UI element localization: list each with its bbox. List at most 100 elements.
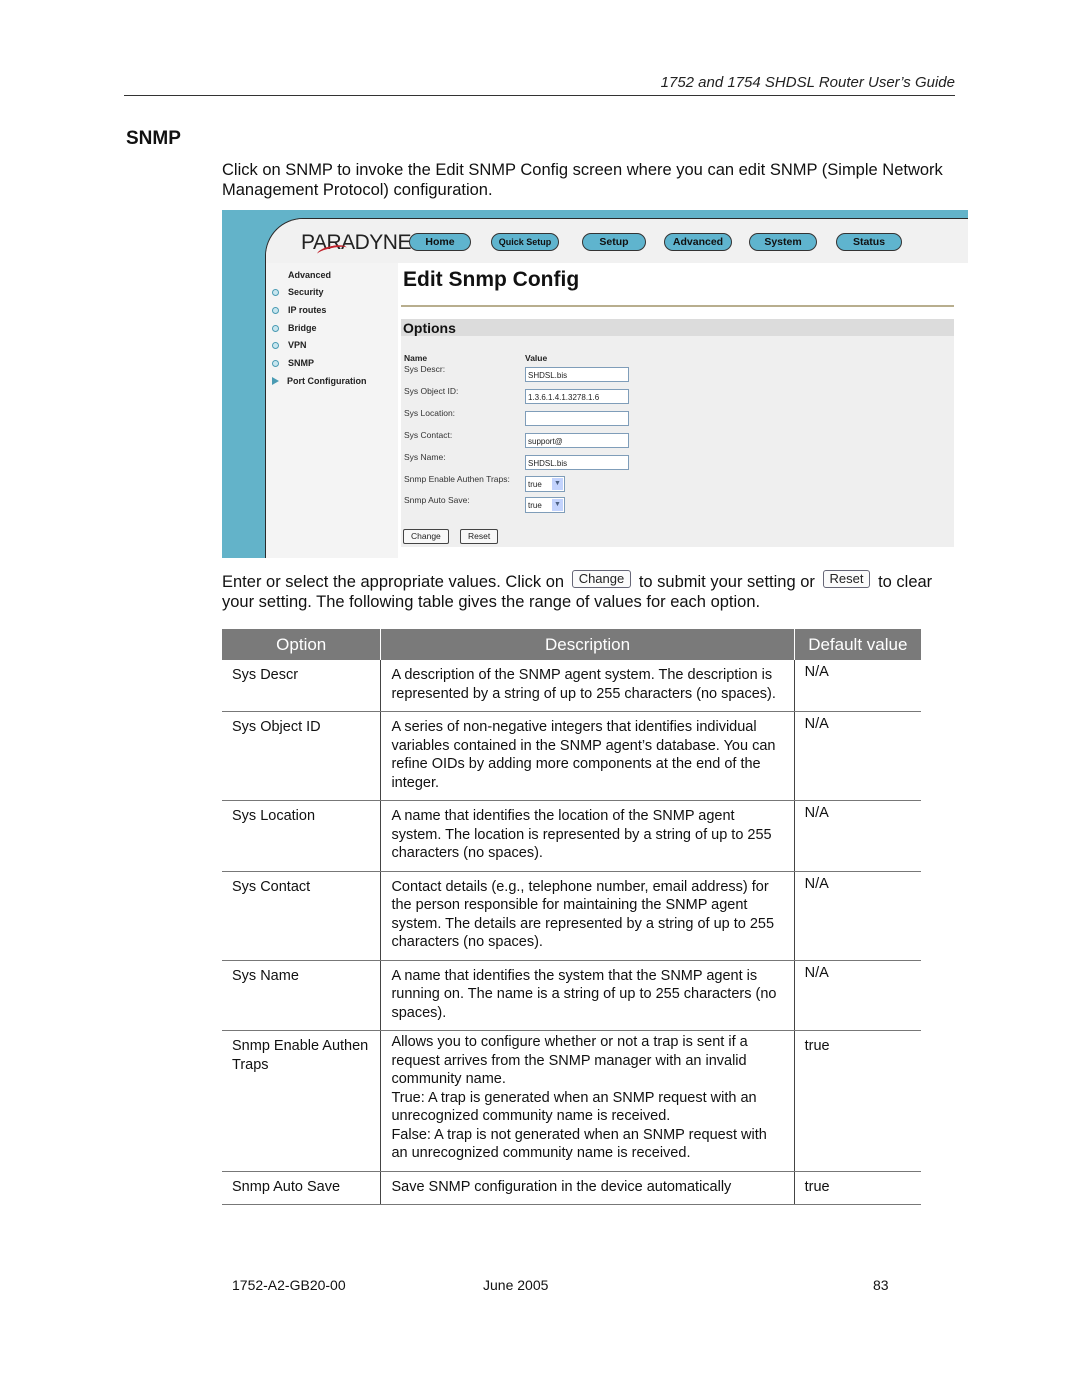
sidebar-item-port-configuration[interactable]: Port Configuration [272,376,367,386]
table-row: Snmp Auto Save Save SNMP configuration i… [222,1171,921,1205]
bullet-icon [272,288,279,296]
intro-paragraph: Click on SNMP to invoke the Edit SNMP Co… [222,161,943,199]
sidebar-item-label: Security [288,287,324,297]
default-cell: N/A [793,960,921,1031]
sidebar-item-label: IP routes [288,305,327,315]
table-row: Sys Name A name that identifies the syst… [222,960,921,1031]
table-row: Sys Object ID A series of non-negative i… [222,711,921,801]
sys-contact-label: Sys Contact: [404,430,453,440]
option-cell: Sys Name [222,960,381,1031]
triangle-right-icon [272,377,279,385]
bullet-icon [272,341,279,349]
description-cell: A description of the SNMP agent system. … [380,660,795,712]
table-row: Sys Contact Contact details (e.g., telep… [222,871,921,961]
sidebar-item-label: SNMP [288,358,315,368]
default-cell: N/A [793,660,921,712]
snmp-auto-save-label: Snmp Auto Save: [404,495,470,505]
description-cell: Save SNMP configuration in the device au… [380,1171,795,1205]
sidebar-heading: Advanced [288,270,332,280]
divider [401,305,954,307]
page-title: Edit Snmp Config [403,268,580,291]
inline-change-button-image: Change [571,570,632,588]
sidebar-item-vpn[interactable]: VPN [272,340,307,350]
nav-status-button[interactable]: Status [836,233,902,251]
description-cell: Contact details (e.g., telephone number,… [380,871,795,961]
section-title: SNMP [126,128,181,149]
sidebar-item-label: Port Configuration [287,376,367,386]
options-header-bar: Options [401,319,954,336]
sidebar-item-label: VPN [288,340,307,350]
default-cell: true [793,1030,921,1172]
sys-name-input[interactable]: SHDSL.bis [525,455,629,470]
bullet-icon [272,306,279,314]
chevron-down-icon[interactable]: ▼ [552,478,563,490]
select-value: true [528,501,542,510]
sys-object-id-input[interactable]: 1.3.6.1.4.1.3278.1.6 [525,389,629,404]
sidebar-item-security[interactable]: Security [272,287,324,297]
sys-location-label: Sys Location: [404,408,456,418]
sidebar-item-snmp[interactable]: SNMP [272,358,314,368]
options-panel: Options Name Value Sys Descr: SHDSL.bis … [401,319,954,547]
inline-reset-button-image: Reset [822,570,871,588]
paradyne-logo: PARADYNE [301,231,411,260]
instructions-paragraph: Enter or select the appropriate values. … [222,570,957,612]
table-header-row: Option Description Default value [222,629,921,660]
footer-doc-number: 1752-A2-GB20-00 [232,1277,346,1293]
nav-advanced-button[interactable]: Advanced [664,233,732,251]
sys-descr-input[interactable]: SHDSL.bis [525,367,629,382]
change-button[interactable]: Change [403,529,449,544]
description-text: Allows you to configure whether or not a… [391,1034,748,1087]
sys-contact-input[interactable]: support@ [525,433,629,448]
sys-object-id-label: Sys Object ID: [404,386,459,396]
nav-quick-setup-button[interactable]: Quick Setup [491,233,559,251]
instructions-text: to submit your setting or [638,573,815,591]
instructions-text: Enter or select the appropriate values. … [222,573,565,591]
sidebar: Advanced Security IP routes Bridge VPN S… [266,263,398,558]
sys-descr-label: Sys Descr: [404,364,446,374]
sidebar-item-bridge[interactable]: Bridge [272,323,317,333]
column-name-header: Name [404,353,428,363]
option-cell: Sys Contact [222,871,381,961]
option-cell: Sys Descr [222,660,381,712]
description-cell: Allows you to configure whether or not a… [380,1030,795,1172]
sys-name-label: Sys Name: [404,452,446,462]
select-value: true [528,480,542,489]
description-cell: A series of non-negative integers that i… [380,711,795,801]
option-cell: Sys Location [222,800,381,872]
default-cell: true [793,1171,921,1205]
option-cell: Snmp Enable Authen Traps [222,1030,381,1172]
option-cell: Sys Object ID [222,711,381,801]
footer-date: June 2005 [483,1277,549,1293]
top-nav-bar: PARADYNE Home Quick Setup Setup Advanced… [266,219,968,263]
default-cell: N/A [793,871,921,961]
default-cell: N/A [793,711,921,801]
sys-location-input[interactable] [525,411,629,426]
default-cell: N/A [793,800,921,872]
footer-page-number: 83 [873,1277,889,1293]
table-row: Sys Location A name that identifies the … [222,800,921,872]
nav-system-button[interactable]: System [749,233,817,251]
snmp-enable-authen-traps-select[interactable]: true ▼ [525,476,565,492]
bullet-icon [272,324,279,332]
header-description: Description [380,629,795,660]
screenshot-window: PARADYNE Home Quick Setup Setup Advanced… [265,218,968,558]
description-false-text: False: A trap is not generated when an S… [391,1126,767,1162]
running-header: 1752 and 1754 SHDSL Router User’s Guide [124,74,955,96]
snmp-auto-save-select[interactable]: true ▼ [525,497,565,513]
bullet-icon [272,359,279,367]
description-cell: A name that identifies the location of t… [380,800,795,872]
header-default-value: Default value [793,629,921,660]
description-cell: A name that identifies the system that t… [380,960,795,1031]
chevron-down-icon[interactable]: ▼ [552,499,563,511]
option-cell: Snmp Auto Save [222,1171,381,1205]
options-title: Options [403,320,456,336]
reset-button[interactable]: Reset [460,529,499,544]
sidebar-item-ip-routes[interactable]: IP routes [272,305,326,315]
column-value-header: Value [525,353,548,363]
options-table: Option Description Default value Sys Des… [222,629,921,1205]
nav-home-button[interactable]: Home [409,233,471,251]
sidebar-item-label: Bridge [288,323,317,333]
snmp-enable-authen-traps-label: Snmp Enable Authen Traps: [404,474,510,484]
nav-setup-button[interactable]: Setup [582,233,646,251]
header-option: Option [222,629,381,660]
